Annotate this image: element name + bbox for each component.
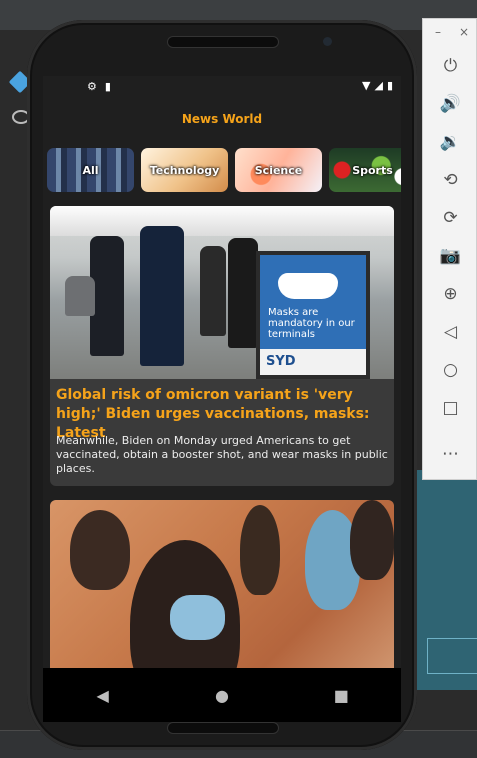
category-label: Sports [352,163,393,177]
status-bar: ⚙ ▮ ▼ ◢ ▮ [43,76,401,98]
zoom-icon[interactable]: ⊕ [423,277,477,311]
more-icon[interactable]: ⋯ [423,437,477,471]
category-list: All Technology Science Sports [47,148,401,192]
front-camera [323,37,332,46]
phone-screen: ⚙ ▮ ▼ ◢ ▮ News World All Technology Scie… [43,76,401,722]
emulator-toolbar: – × ⏻ 🔊 🔉 ⟲ ⟳ 📷 ⊕ ◁ ○ □ ⋯ [422,18,477,480]
news-card[interactable]: Masks are mandatory in our terminals SYD… [50,206,394,486]
volume-up-icon[interactable]: 🔊 [423,87,477,121]
layout-preview-panel [415,470,477,690]
battery-icon: ▮ [386,79,393,92]
home-icon[interactable]: ○ [423,353,477,387]
close-button[interactable]: × [459,25,469,39]
category-technology[interactable]: Technology [141,148,228,192]
back-icon[interactable]: ◁ [423,315,477,349]
power-icon[interactable]: ⏻ [423,49,477,83]
navigation-bar: ◀ ● ■ [43,668,401,722]
minimize-button[interactable]: – [435,25,441,39]
news-app: News World All Technology Science Sports [43,98,401,700]
category-all[interactable]: All [47,148,134,192]
category-label: All [82,163,99,177]
wifi-icon: ▼ [362,79,371,92]
sd-card-icon: ▮ [104,80,111,93]
face-mask-icon [278,273,338,299]
category-sports[interactable]: Sports [329,148,401,192]
home-icon[interactable]: ● [192,686,252,705]
settings-icon: ⚙ [87,80,97,93]
overview-icon[interactable]: □ [423,391,477,425]
volume-down-icon[interactable]: 🔉 [423,125,477,159]
top-speaker [167,36,279,48]
category-label: Science [254,163,303,177]
rotate-left-icon[interactable]: ⟲ [423,163,477,197]
camera-icon[interactable]: 📷 [423,239,477,273]
mask-sign: Masks are mandatory in our terminals SYD [256,251,370,379]
bottom-speaker [167,722,279,734]
news-image: Masks are mandatory in our terminals SYD [50,206,394,379]
selection-box [427,638,477,674]
recents-icon[interactable]: ■ [311,686,371,705]
news-summary: Meanwhile, Biden on Monday urged America… [56,434,388,475]
category-label: Technology [149,163,220,177]
back-icon[interactable]: ◀ [73,686,133,705]
signal-icon: ◢ [374,79,383,92]
category-science[interactable]: Science [235,148,322,192]
rotate-right-icon[interactable]: ⟳ [423,201,477,235]
phone-frame: ⚙ ▮ ▼ ◢ ▮ News World All Technology Scie… [27,20,417,750]
app-title: News World [181,112,263,126]
